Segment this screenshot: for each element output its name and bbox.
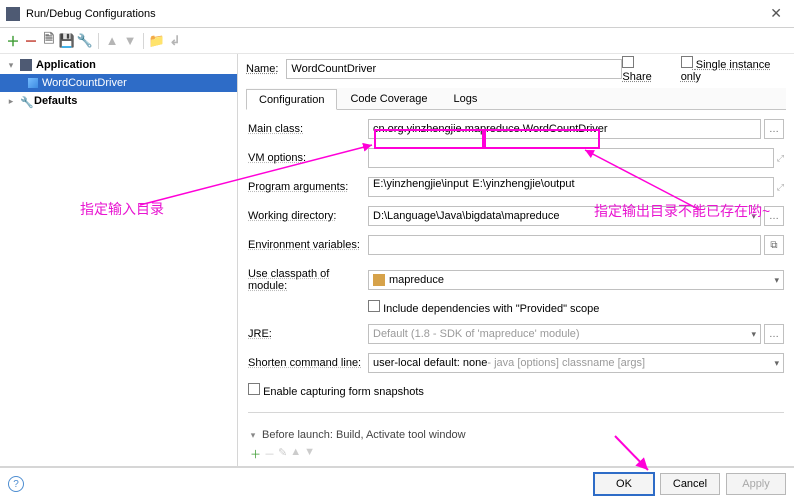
divider (248, 412, 784, 413)
separator (98, 33, 99, 49)
share-checkbox[interactable]: Share (622, 56, 660, 83)
close-icon[interactable]: ✕ (764, 5, 788, 22)
program-args-input[interactable]: E:\yinzhengjie\input E:\yinzhengjie\outp… (368, 177, 774, 197)
move-up-icon[interactable]: ▲ (105, 34, 119, 48)
bl-down-icon[interactable]: ▼ (304, 446, 315, 462)
expander-icon[interactable]: ▸ (6, 96, 16, 107)
jre-combo[interactable]: Default (1.8 - SDK of 'mapreduce' module… (368, 324, 761, 344)
expand-icon[interactable]: ⤢ (777, 153, 784, 164)
app-icon (6, 7, 20, 21)
enable-capturing-checkbox[interactable]: Enable capturing form snapshots (248, 383, 424, 398)
tree-node-defaults[interactable]: ▸ 🔧 Defaults (0, 92, 237, 110)
classpath-label: Use classpath of module: (248, 268, 368, 292)
module-icon (373, 274, 385, 286)
name-input[interactable] (286, 59, 622, 79)
apply-button[interactable]: Apply (726, 473, 786, 495)
copy-icon[interactable]: 🗎 (42, 34, 56, 48)
expand-icon[interactable]: ⤢ (777, 182, 784, 193)
working-dir-input[interactable]: D:\Language\Java\bigdata\mapreduce (368, 206, 761, 226)
separator (143, 33, 144, 49)
include-provided-checkbox[interactable]: Include dependencies with "Provided" sco… (368, 300, 599, 315)
config-tree: ▾ Application WordCountDriver ▸ 🔧 Defaul… (0, 54, 238, 466)
tab-code-coverage[interactable]: Code Coverage (337, 88, 440, 109)
save-icon[interactable]: 💾 (60, 34, 74, 48)
jre-label: JRE: (248, 328, 368, 340)
remove-icon[interactable]: － (24, 34, 38, 48)
browse-env-button[interactable]: ⧉ (764, 235, 784, 255)
before-launch-title[interactable]: ▾Before launch: Build, Activate tool win… (248, 426, 784, 444)
bl-add-icon[interactable]: ＋ (250, 446, 261, 462)
tab-configuration[interactable]: Configuration (246, 89, 337, 110)
edit-icon[interactable]: 🔧 (78, 34, 92, 48)
help-icon[interactable]: ? (8, 476, 24, 492)
bl-remove-icon[interactable]: － (264, 446, 275, 462)
bl-edit-icon[interactable]: ✎ (278, 446, 287, 462)
program-args-label: Program arguments: (248, 181, 368, 193)
browse-jre-button[interactable]: … (764, 324, 784, 344)
application-icon (20, 59, 32, 71)
wrench-icon: 🔧 (20, 96, 30, 106)
folder-icon[interactable]: 📁 (150, 34, 164, 48)
window-title: Run/Debug Configurations (26, 8, 156, 20)
collapse-icon[interactable]: ↲ (168, 34, 182, 48)
classpath-combo[interactable]: mapreduce (368, 270, 784, 290)
tree-node-wordcountdriver[interactable]: WordCountDriver (0, 74, 237, 92)
tabs: Configuration Code Coverage Logs (246, 88, 786, 110)
vm-options-input[interactable] (368, 148, 774, 168)
run-config-icon (28, 78, 38, 88)
shorten-label: Shorten command line: (248, 357, 368, 369)
tree-node-application[interactable]: ▾ Application (0, 56, 237, 74)
working-dir-label: Working directory: (248, 210, 368, 222)
expander-icon[interactable]: ▾ (6, 60, 16, 71)
env-vars-input[interactable] (368, 235, 761, 255)
main-class-input[interactable] (368, 119, 761, 139)
bl-up-icon[interactable]: ▲ (290, 446, 301, 462)
env-vars-label: Environment variables: (248, 239, 368, 251)
ok-button[interactable]: OK (594, 473, 654, 495)
browse-main-class-button[interactable]: … (764, 119, 784, 139)
toolbar: ＋ － 🗎 💾 🔧 ▲ ▼ 📁 ↲ (0, 28, 794, 54)
tab-logs[interactable]: Logs (441, 88, 491, 109)
move-down-icon[interactable]: ▼ (123, 34, 137, 48)
name-label: Name: (246, 63, 278, 75)
vm-options-label: VM options: (248, 152, 368, 164)
shorten-combo[interactable]: user-local default: none - java [options… (368, 353, 784, 373)
single-instance-checkbox[interactable]: Single instance only (681, 56, 778, 83)
browse-working-dir-button[interactable]: … (764, 206, 784, 226)
add-icon[interactable]: ＋ (6, 34, 20, 48)
main-class-label: Main class: (248, 123, 368, 135)
cancel-button[interactable]: Cancel (660, 473, 720, 495)
